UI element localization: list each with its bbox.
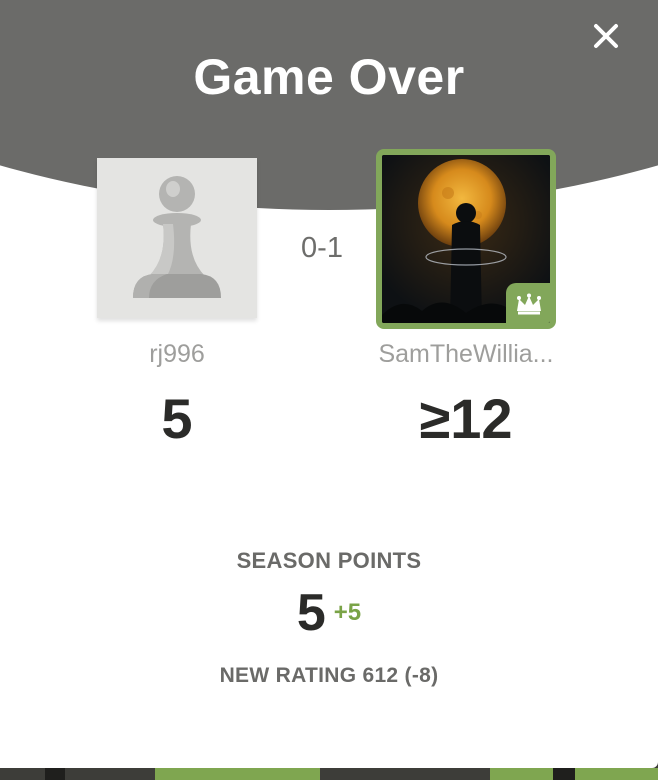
season-points-delta: +5 (333, 599, 362, 626)
player-left-username[interactable]: rj996 (97, 340, 257, 369)
modal-title: Game Over (193, 49, 465, 105)
player-right-username[interactable]: SamTheWillia... (356, 340, 576, 369)
new-rating-text: NEW RATING 612 (-8) (219, 664, 439, 687)
player-right-rating: ≥12 (419, 387, 513, 450)
crown-icon (517, 293, 541, 315)
player-left-avatar[interactable] (97, 158, 257, 318)
premium-badge (506, 283, 550, 323)
close-icon (594, 24, 618, 48)
season-points-value: 5 (296, 584, 326, 642)
game-score: 0-1 (301, 232, 343, 264)
close-button[interactable] (588, 18, 624, 54)
season-points-row: 5 +5 (0, 583, 658, 643)
player-left-rating: 5 (161, 387, 193, 450)
background-green-block (155, 768, 320, 780)
season-points-label: SEASON POINTS (236, 548, 422, 573)
background-piece (553, 768, 575, 780)
game-over-modal: Game Over 0-1 rj996 SamTheWillia... 5 ≥1… (0, 0, 658, 768)
pawn-icon (133, 176, 221, 298)
background-piece (45, 768, 65, 780)
player-right-avatar[interactable] (376, 149, 556, 329)
